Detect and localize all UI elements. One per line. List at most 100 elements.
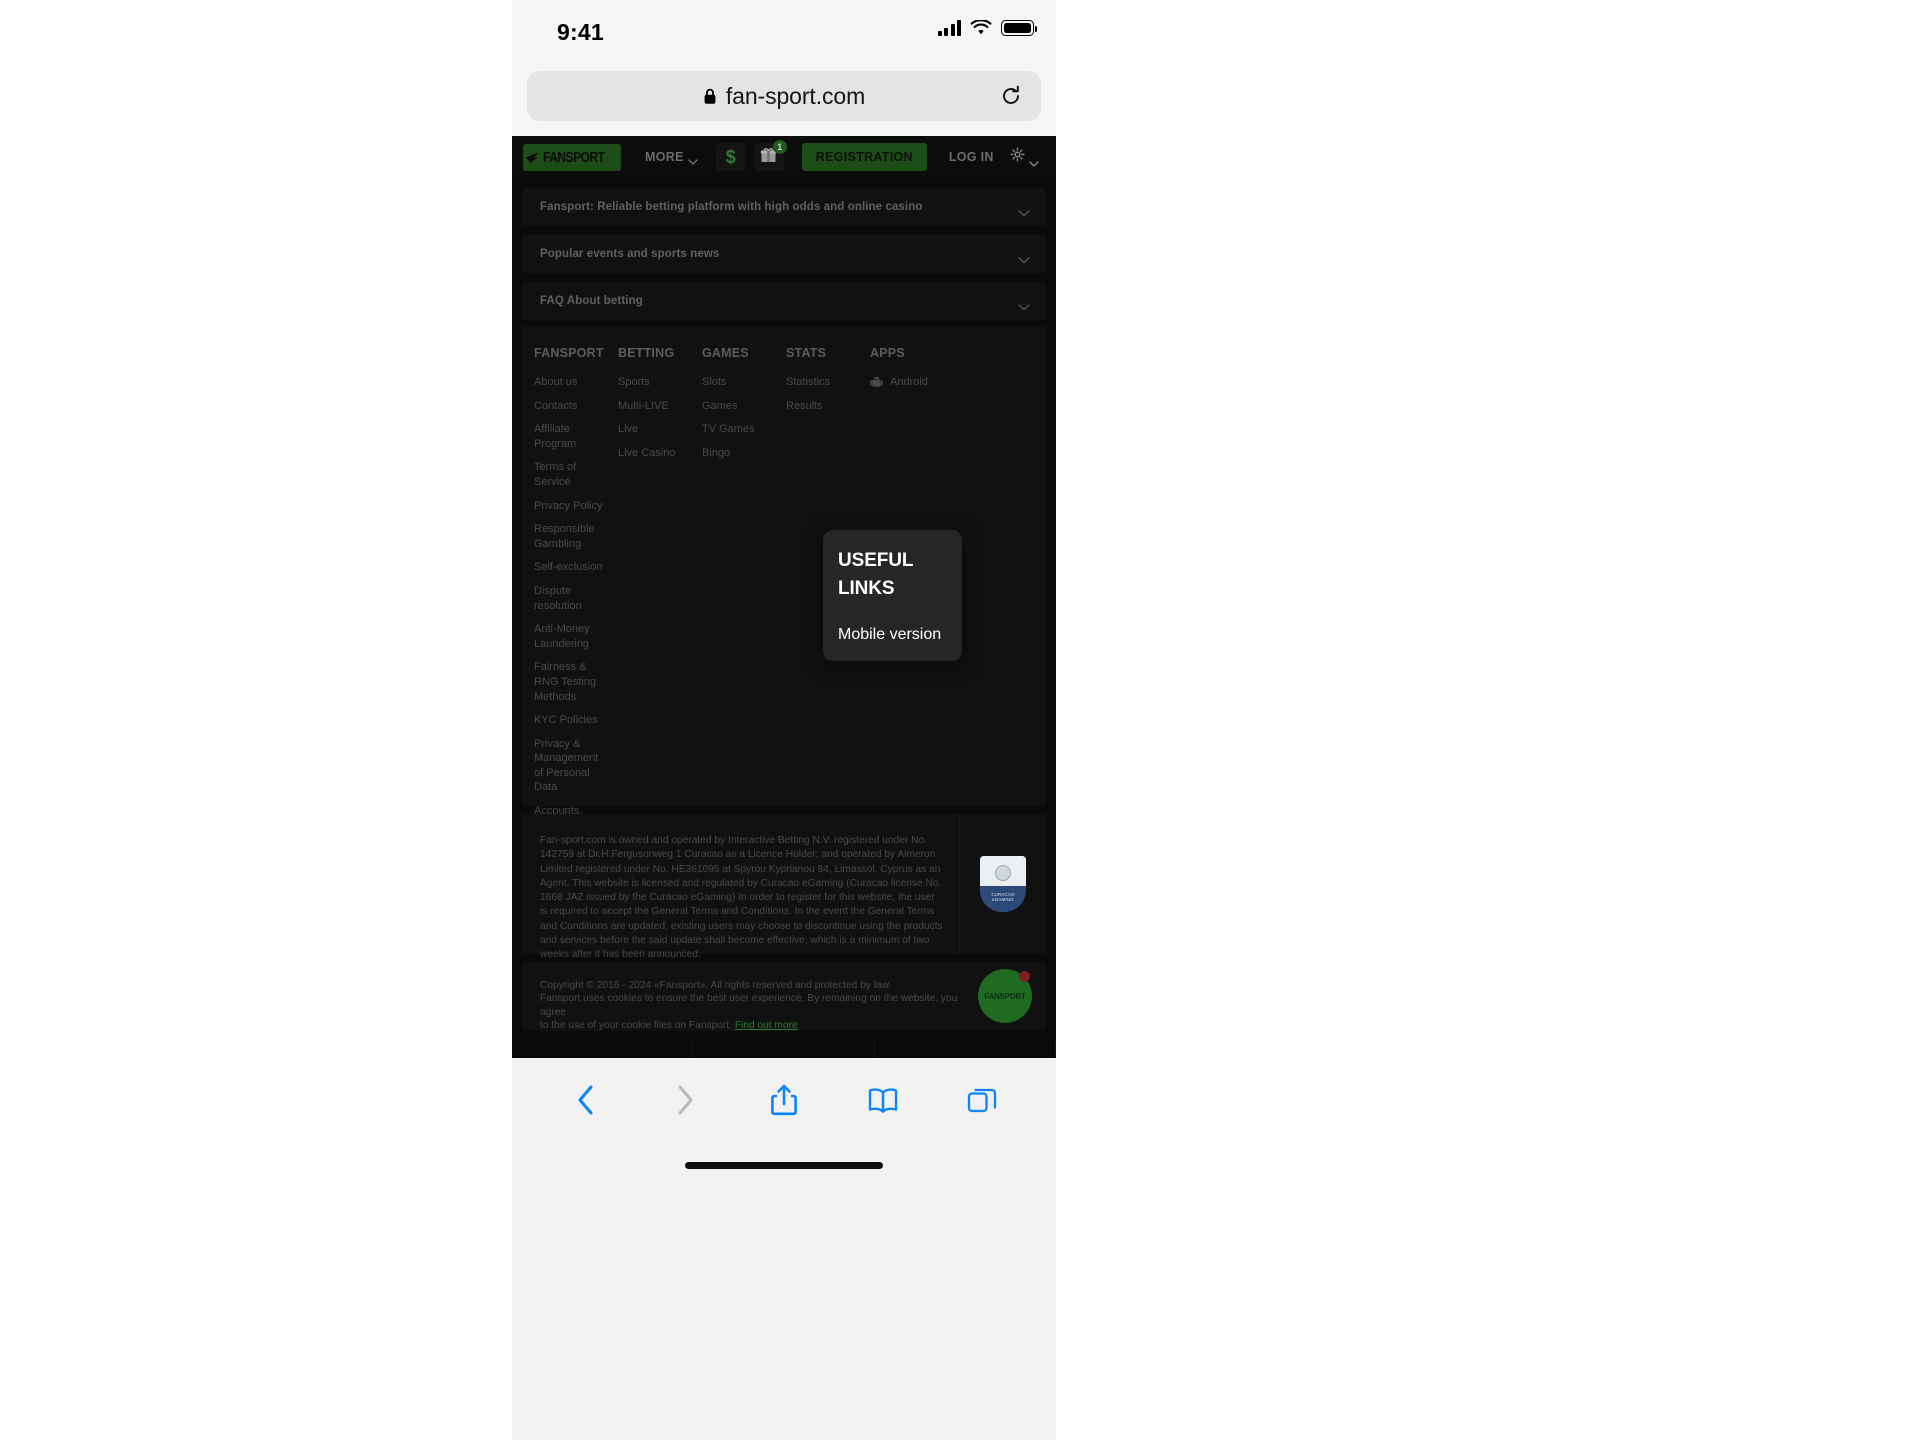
legal-panel: Fan-sport.com is owned and operated by I… xyxy=(522,814,1046,960)
bookmarks-button[interactable] xyxy=(866,1083,900,1117)
footer-links-panel: FANSPORT About us Contacts Affiliate Pro… xyxy=(522,326,1046,846)
status-bar-indicators xyxy=(937,20,1037,36)
footer-link[interactable]: Slots xyxy=(702,375,778,390)
chevron-down-icon xyxy=(1018,204,1030,217)
footer-column-title: BETTING xyxy=(618,346,675,360)
footer-link[interactable]: Bingo xyxy=(702,446,778,461)
accordion-label: Fansport: Reliable betting platform with… xyxy=(540,201,923,213)
popover-title-line2: LINKS xyxy=(838,578,895,599)
webpage-content: FANSPORT MORE $ 1 REGISTRATION LOG IN Fa… xyxy=(512,136,1056,1058)
footer-link[interactable]: Live Casino xyxy=(618,446,694,461)
footer-link[interactable]: Anti-Money Laundering xyxy=(534,622,610,651)
registration-button[interactable]: REGISTRATION xyxy=(801,143,927,171)
footer-column-betting: BETTING Sports Multi-LIVE Live Live Casi… xyxy=(618,346,702,857)
chevron-down-icon xyxy=(1028,154,1039,167)
home-indicator[interactable] xyxy=(685,1162,883,1169)
accordion-row-0[interactable]: Fansport: Reliable betting platform with… xyxy=(522,188,1046,226)
accordion-label: FAQ About betting xyxy=(540,295,643,307)
useful-links-popover: USEFUL LINKS Mobile version xyxy=(823,530,962,661)
popover-title-line1: USEFUL xyxy=(838,550,914,571)
footer-link[interactable]: TV Games xyxy=(702,422,778,437)
back-button[interactable] xyxy=(569,1083,603,1117)
site-logo[interactable]: FANSPORT xyxy=(523,143,621,171)
wifi-icon xyxy=(970,20,992,36)
cookie-notice-text: to the use of your cookie files on Fansp… xyxy=(540,1020,735,1032)
more-menu-button[interactable]: MORE xyxy=(645,150,698,165)
legal-text: Fan-sport.com is owned and operated by I… xyxy=(522,814,960,960)
popover-item-mobile-version[interactable]: Mobile version xyxy=(838,625,947,645)
support-chat-button[interactable]: FANSPORT xyxy=(978,969,1032,1023)
copyright-line-3: to the use of your cookie files on Fansp… xyxy=(540,1019,970,1032)
chevron-down-icon xyxy=(1018,298,1030,311)
footer-link[interactable]: Fairness & RNG Testing Methods xyxy=(534,660,610,704)
footer-column-games: GAMES Slots Games TV Games Bingo xyxy=(702,346,786,857)
settings-button[interactable] xyxy=(1010,147,1039,167)
footer-link-android[interactable]: Android xyxy=(870,375,946,390)
curacao-egaming-seal-icon: CURACAO eGAMING xyxy=(980,856,1026,912)
seal-label: CURACAO eGAMING xyxy=(991,892,1015,902)
copyright-line-2: Fansport uses cookies to ensure the best… xyxy=(540,993,958,1018)
footer-link[interactable]: Contacts xyxy=(534,399,610,414)
url-text: fan-sport.com xyxy=(725,82,866,109)
copyright-line-1: Copyright © 2016 - 2024 «Fansport». All … xyxy=(540,980,892,991)
footer-column-title: STATS xyxy=(786,346,827,360)
footer-link[interactable]: Dispute resolution xyxy=(534,584,610,613)
deposit-button[interactable]: $ xyxy=(715,143,746,171)
site-header: FANSPORT MORE $ 1 REGISTRATION LOG IN xyxy=(512,136,1056,178)
address-bar[interactable]: fan-sport.com xyxy=(527,71,1041,121)
login-button[interactable]: LOG IN xyxy=(937,150,1006,164)
accordion-row-2[interactable]: FAQ About betting xyxy=(522,282,1046,320)
dollar-icon: $ xyxy=(725,147,736,167)
android-icon xyxy=(870,375,883,389)
home-indicator-area xyxy=(512,1142,1056,1440)
copyright-panel: Copyright © 2016 - 2024 «Fansport». All … xyxy=(522,961,1046,1031)
bonuses-button[interactable]: 1 xyxy=(753,140,787,171)
login-label: LOG IN xyxy=(948,150,994,164)
share-button[interactable] xyxy=(767,1083,801,1117)
cellular-signal-icon xyxy=(937,20,961,36)
more-menu-label: MORE xyxy=(645,150,684,164)
footer-column-title: FANSPORT xyxy=(534,346,604,360)
lock-icon xyxy=(703,88,717,105)
accordion-label: Popular events and sports news xyxy=(540,248,720,260)
fab-logo-text: FANSPORT xyxy=(984,991,1026,1001)
copyright-text: Copyright © 2016 - 2024 «Fansport». All … xyxy=(540,979,970,1033)
reload-icon[interactable] xyxy=(999,84,1023,108)
footer-link[interactable]: Affiliate Program xyxy=(534,422,610,451)
license-seal-container[interactable]: CURACAO eGAMING xyxy=(960,814,1046,954)
footer-link[interactable]: Privacy Policy xyxy=(534,499,610,514)
footer-link[interactable]: Multi-LIVE xyxy=(618,399,694,414)
find-out-more-link[interactable]: Find out more xyxy=(735,1020,798,1031)
footer-link[interactable]: Live xyxy=(618,422,694,437)
site-logo-text: FANSPORT xyxy=(542,148,605,166)
footer-link[interactable]: KYC Policies xyxy=(534,713,610,728)
tabs-button[interactable] xyxy=(965,1083,999,1117)
chevron-down-icon xyxy=(1018,251,1030,264)
gear-icon xyxy=(1010,147,1025,167)
registration-label: REGISTRATION xyxy=(815,150,913,164)
footer-link[interactable]: Self-exclusion xyxy=(534,560,610,575)
footer-column-title: GAMES xyxy=(702,346,749,360)
phone-viewport: 9:41 fan-sport.com FANSPORT MORE $ 1 REG… xyxy=(512,0,1056,1440)
footer-link[interactable]: Responsible Gambling xyxy=(534,522,610,551)
footer-link[interactable]: Results xyxy=(786,399,862,414)
footer-link[interactable]: Terms of Service xyxy=(534,460,610,489)
forward-button xyxy=(668,1083,702,1117)
footer-column-fansport: FANSPORT About us Contacts Affiliate Pro… xyxy=(534,346,618,857)
footer-link[interactable]: Privacy & Management of Personal Data xyxy=(534,737,610,795)
status-bar-time: 9:41 xyxy=(557,19,604,45)
accordion-row-1[interactable]: Popular events and sports news xyxy=(522,235,1046,273)
screenshot-root: 9:41 fan-sport.com FANSPORT MORE $ 1 REG… xyxy=(0,0,1920,1440)
footer-link[interactable]: Statistics xyxy=(786,375,862,390)
footer-link[interactable]: About us xyxy=(534,375,610,390)
page-bottom-strip xyxy=(512,1038,1056,1058)
footer-link[interactable]: Games xyxy=(702,399,778,414)
fansport-bird-icon xyxy=(525,151,540,164)
footer-link[interactable]: Sports xyxy=(618,375,694,390)
footer-link-label: Android xyxy=(890,376,928,388)
browser-address-bar-area: fan-sport.com xyxy=(512,64,1056,136)
status-bar: 9:41 xyxy=(512,0,1056,64)
notification-dot xyxy=(1019,971,1030,982)
footer-column-title: APPS xyxy=(870,346,905,360)
battery-full-icon xyxy=(1001,20,1037,36)
